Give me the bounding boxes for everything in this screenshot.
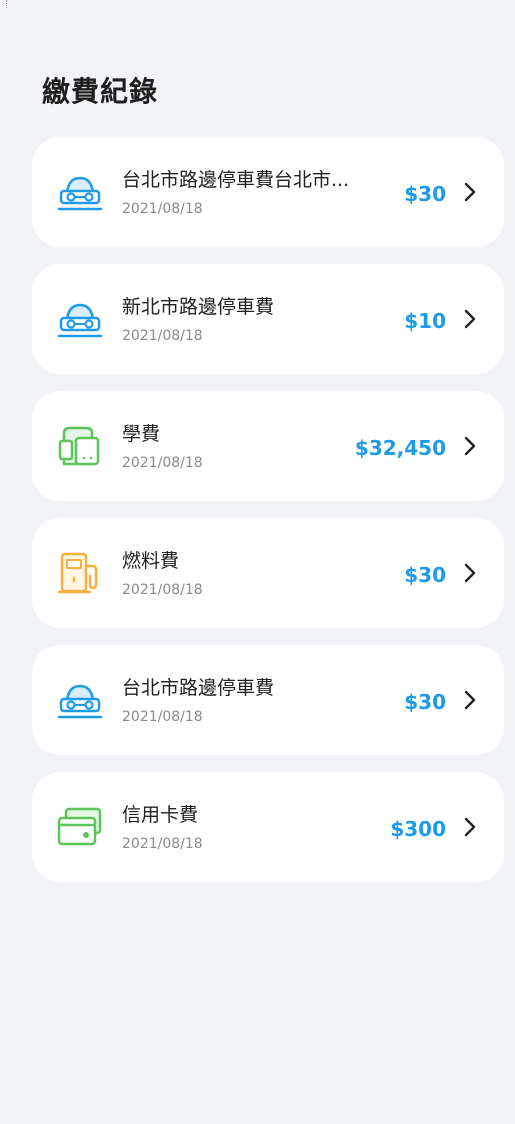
record-date: 2021/08/18	[122, 455, 203, 471]
chevron-right-icon	[464, 563, 476, 583]
record-name: 燃料費	[122, 550, 180, 572]
record-card[interactable]: 信用卡費 2021/08/18 $300	[32, 772, 504, 882]
chevron-right-icon	[464, 309, 476, 329]
record-amount: $30	[404, 182, 446, 206]
chevron-right-icon	[464, 817, 476, 837]
record-card[interactable]: 燃料費 2021/08/18 $30	[32, 518, 504, 628]
record-amount: $32,450	[354, 436, 446, 460]
chevron-right-icon	[464, 182, 476, 202]
page-title: 繳費紀錄	[42, 75, 159, 108]
record-card[interactable]: 學費 2021/08/18 $32,450	[32, 391, 504, 501]
record-date: 2021/08/18	[122, 709, 203, 725]
chevron-right-icon	[464, 436, 476, 456]
record-date: 2021/08/18	[122, 582, 203, 598]
car-icon	[57, 684, 103, 719]
fuel-pump-icon	[57, 552, 98, 594]
record-amount: $300	[390, 817, 446, 841]
record-card[interactable]: 新北市路邊停車費 2021/08/18 $10	[32, 264, 504, 374]
chevron-right-icon	[464, 690, 476, 710]
record-date: 2021/08/18	[122, 328, 203, 344]
record-name: 台北市路邊停車費台北市...	[122, 169, 350, 191]
record-card[interactable]: 台北市路邊停車費台北市... 2021/08/18 $30	[32, 137, 504, 247]
record-name: 學費	[122, 423, 161, 445]
payment-records-page: 繳費紀錄 台北市路邊停車費台北市... 2021/08/18 $30 新北市路邊…	[6, 8, 515, 1124]
record-date: 2021/08/18	[122, 201, 203, 217]
car-icon	[57, 176, 103, 211]
record-name: 台北市路邊停車費	[122, 677, 275, 699]
record-amount: $30	[404, 690, 446, 714]
record-amount: $30	[404, 563, 446, 587]
record-amount: $10	[404, 309, 446, 333]
record-date: 2021/08/18	[122, 836, 203, 852]
credit-card-icon	[57, 807, 102, 846]
backpack-icon	[58, 426, 100, 466]
record-name: 信用卡費	[122, 804, 199, 826]
record-name: 新北市路邊停車費	[122, 296, 275, 318]
record-card[interactable]: 台北市路邊停車費 2021/08/18 $30	[32, 645, 504, 755]
car-icon	[57, 303, 103, 338]
record-list: 台北市路邊停車費台北市... 2021/08/18 $30 新北市路邊停車費 2…	[32, 137, 504, 899]
